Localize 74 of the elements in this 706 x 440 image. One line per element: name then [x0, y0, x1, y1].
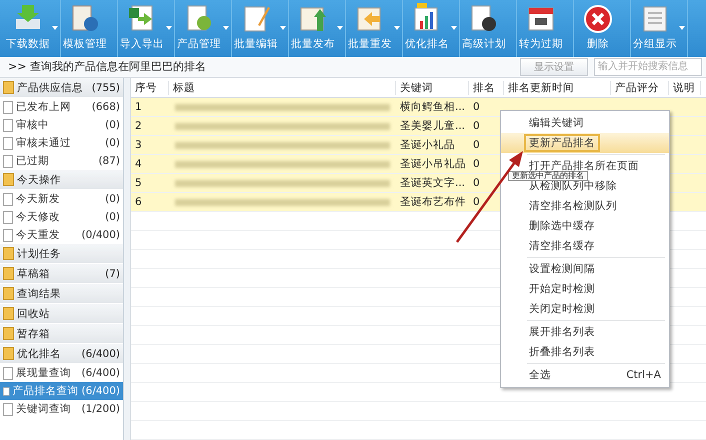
document-icon [3, 366, 13, 380]
table-cell-text: 0 [472, 158, 481, 170]
sidebar-group[interactable]: 暂存箱 [0, 324, 123, 344]
sidebar-group[interactable]: 查询结果 [0, 284, 123, 304]
dropdown-caret-icon[interactable] [166, 26, 172, 30]
folder-icon [3, 347, 14, 360]
delete-icon [582, 3, 614, 36]
menu-item[interactable]: 删除选中缓存 [501, 216, 669, 236]
document-icon [3, 154, 13, 168]
table-cell-text: 6 [134, 196, 143, 208]
menu-item[interactable]: 开始定时检测 [501, 279, 669, 299]
document-icon [3, 192, 13, 206]
document-icon [3, 228, 13, 242]
table-cell-text: 3 [134, 139, 143, 151]
table-cell-text: 圣诞英文字... [399, 176, 466, 190]
table-cell-text: 2 [134, 120, 143, 132]
table-cell-text: 0 [472, 120, 481, 132]
column-header[interactable]: 说明 [669, 80, 701, 94]
sidebar-group[interactable]: 产品供应信息 (755) [0, 78, 123, 98]
table-cell-text: 0 [472, 101, 481, 113]
column-header[interactable]: 排名更新时间 [504, 80, 611, 94]
sidebar-group[interactable]: 草稿箱 (7) [0, 264, 123, 284]
dropdown-caret-icon[interactable] [337, 26, 343, 30]
folder-icon [3, 81, 14, 94]
tooltip: 更新选中产品的排名 [508, 171, 588, 181]
table-cell-text: 1 [134, 101, 143, 113]
table-cell-text: 0 [472, 196, 481, 208]
sidebar-group[interactable]: 优化排名 (6/400) [0, 344, 123, 364]
column-header[interactable]: 关键词 [396, 80, 469, 94]
table-cell-text: 圣诞布艺布件 [399, 195, 467, 209]
sidebar-group[interactable]: 今天操作 [0, 170, 123, 190]
table-cell-text: 圣诞小吊礼品 [399, 157, 467, 171]
menu-item[interactable]: 编辑关键词 [501, 113, 669, 133]
column-header[interactable]: 序号 [131, 80, 169, 94]
menu-item[interactable]: 清空排名缓存 [501, 236, 669, 256]
table-cell-text: 圣诞小礼品 [399, 138, 456, 152]
dropdown-caret-icon[interactable] [52, 26, 58, 30]
column-header[interactable]: 产品评分 [611, 80, 669, 94]
folder-icon [3, 247, 14, 260]
table-cell-text: 4 [134, 158, 143, 170]
dropdown-caret-icon[interactable] [394, 26, 400, 30]
menu-item[interactable]: 展开排名列表 [501, 322, 669, 342]
folder-icon [3, 307, 14, 320]
table-cell-text: 圣美婴儿童... [399, 119, 466, 133]
sidebar-group[interactable]: 计划任务 [0, 244, 123, 264]
table-cell-text: 0 [472, 177, 481, 189]
folder-icon [3, 267, 14, 280]
menu-item[interactable]: 折叠排名列表 [501, 342, 669, 362]
table-cell-text: 5 [134, 177, 143, 189]
document-icon [3, 136, 13, 150]
menu-item[interactable]: 关闭定时检测 [501, 299, 669, 319]
dropdown-caret-icon[interactable] [223, 26, 229, 30]
folder-icon [3, 173, 14, 186]
dropdown-caret-icon[interactable] [451, 26, 457, 30]
menu-item[interactable]: 清空排名检测队列 [501, 196, 669, 216]
menu-item[interactable]: 全选 Ctrl+A [501, 365, 669, 385]
dropdown-caret-icon[interactable] [679, 26, 685, 30]
sidebar-group[interactable]: 回收站 [0, 304, 123, 324]
folder-icon [3, 327, 14, 340]
breadcrumb: >> 查询我的产品信息在阿里巴巴的排名 [8, 59, 207, 74]
document-icon [3, 210, 13, 224]
document-icon [3, 100, 13, 114]
table-cell-text: 0 [472, 139, 481, 151]
document-icon [3, 384, 10, 398]
table-cell-text: 横向鳄鱼相... [399, 100, 466, 114]
menu-item[interactable]: 设置检测间隔 [501, 259, 669, 279]
column-header[interactable]: 标题 [169, 80, 396, 94]
document-icon [3, 402, 13, 416]
dropdown-caret-icon[interactable] [280, 26, 286, 30]
search-field[interactable]: 输入并开始搜索信息 [594, 58, 702, 76]
folder-icon [3, 287, 14, 300]
document-icon [3, 118, 13, 132]
column-header[interactable]: 排名 [469, 80, 504, 94]
menu-item[interactable]: 更新产品排名 [501, 133, 669, 153]
